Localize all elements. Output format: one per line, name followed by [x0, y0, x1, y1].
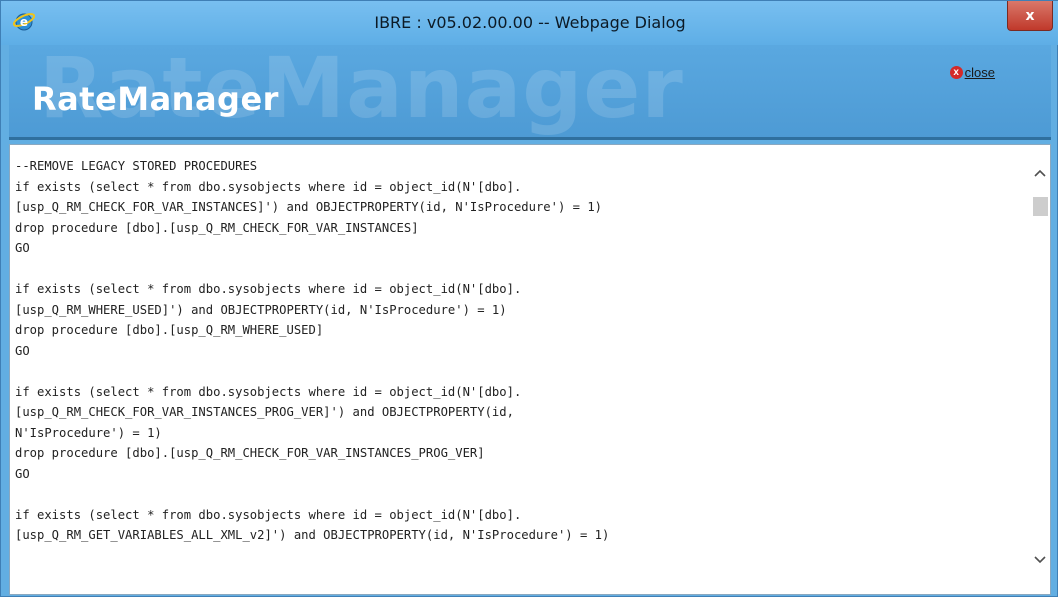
window-close-button[interactable]: x — [1007, 1, 1053, 31]
code-line: --REMOVE LEGACY STORED PROCEDURES — [15, 159, 258, 173]
title-bar[interactable]: e IBRE : v05.02.00.00 -- Webpage Dialog … — [1, 1, 1058, 45]
ratemanager-logo: RateManager — [32, 80, 279, 118]
window-title: IBRE : v05.02.00.00 -- Webpage Dialog — [374, 13, 686, 32]
code-line: if exists (select * from dbo.sysobjects … — [15, 507, 522, 522]
close-link-label[interactable]: close — [965, 65, 995, 80]
vertical-scrollbar[interactable] — [1030, 145, 1050, 594]
chevron-down-icon — [1034, 556, 1046, 564]
code-line: drop procedure [dbo].[usp_Q_RM_CHECK_FOR… — [15, 220, 419, 235]
code-line: N'IsProcedure') = 1) — [15, 425, 162, 440]
code-line: GO — [15, 466, 30, 481]
ratemanager-banner: RateManager RateManager x close — [9, 45, 1051, 140]
code-line: [usp_Q_RM_WHERE_USED]') and OBJECTPROPER… — [15, 302, 507, 317]
sql-script-text: --REMOVE LEGACY STORED PROCEDURES if exis… — [15, 156, 1015, 546]
chevron-up-icon — [1034, 169, 1046, 177]
script-viewer[interactable]: --REMOVE LEGACY STORED PROCEDURES if exis… — [9, 144, 1051, 595]
code-line: if exists (select * from dbo.sysobjects … — [15, 179, 522, 194]
close-icon: x — [1025, 7, 1035, 24]
banner-divider — [9, 137, 1051, 140]
code-line: drop procedure [dbo].[usp_Q_RM_CHECK_FOR… — [15, 446, 485, 460]
code-line: [usp_Q_RM_CHECK_FOR_VAR_INSTANCES_PROG_V… — [15, 405, 514, 419]
code-line: drop procedure [dbo].[usp_Q_RM_WHERE_USE… — [15, 323, 324, 337]
scroll-down-arrow[interactable] — [1032, 552, 1048, 568]
code-line: if exists (select * from dbo.sysobjects … — [15, 384, 522, 399]
code-line: if exists (select * from dbo.sysobjects … — [15, 282, 522, 296]
scroll-thumb[interactable] — [1033, 197, 1048, 216]
scroll-up-arrow[interactable] — [1032, 165, 1048, 181]
dialog-window: e IBRE : v05.02.00.00 -- Webpage Dialog … — [0, 0, 1058, 597]
code-line: [usp_Q_RM_GET_VARIABLES_ALL_XML_v2]') an… — [15, 528, 610, 542]
code-line: [usp_Q_RM_CHECK_FOR_VAR_INSTANCES]') and… — [15, 200, 602, 214]
code-line: GO — [15, 241, 30, 255]
code-line: GO — [15, 343, 30, 358]
close-circle-icon: x — [949, 66, 963, 79]
banner-close-link[interactable]: x close — [949, 65, 995, 80]
